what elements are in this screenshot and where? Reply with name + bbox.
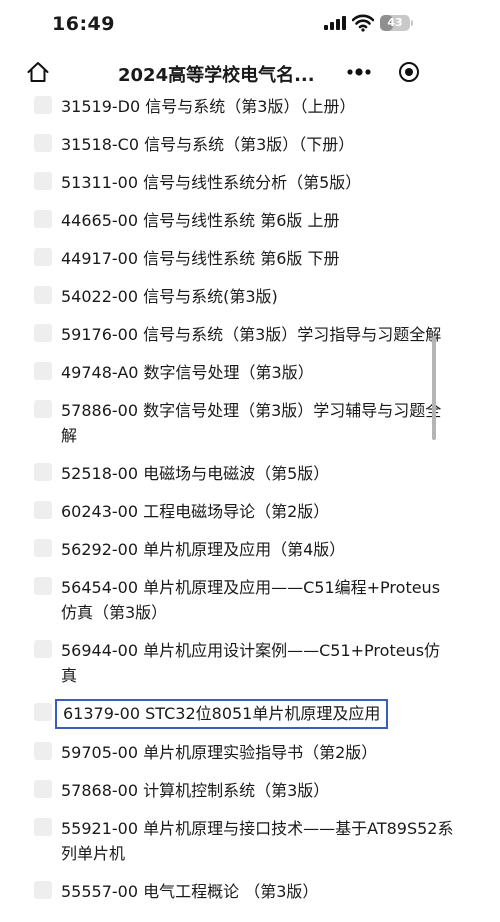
- book-checkbox[interactable]: [34, 742, 52, 760]
- book-title: 54022-00 信号与系统(第3版): [61, 287, 278, 306]
- book-checkbox[interactable]: [34, 134, 52, 152]
- book-title: 56454-00 单片机原理及应用——C51编程+Proteus仿真（第3版）: [61, 578, 441, 622]
- book-list-item[interactable]: 44665-00 信号与线性系统 第6版 上册: [0, 208, 500, 233]
- book-checkbox[interactable]: [34, 501, 52, 519]
- page-title: 2024高等学校电气名...: [118, 65, 315, 86]
- book-title: 55557-00 电气工程概论 （第3版）: [61, 882, 319, 901]
- book-list-item[interactable]: 56454-00 单片机原理及应用——C51编程+Proteus仿真（第3版）: [0, 575, 500, 625]
- book-list-item[interactable]: 59705-00 单片机原理实验指导书（第2版）: [0, 740, 500, 765]
- book-list-item[interactable]: 52518-00 电磁场与电磁波（第5版）: [0, 461, 500, 486]
- book-title: 31518-C0 信号与系统（第3版）（下册）: [61, 135, 355, 154]
- book-list-item[interactable]: 51311-00 信号与线性系统分析（第5版）: [0, 170, 500, 195]
- book-list-item[interactable]: 57886-00 数字信号处理（第3版）学习辅导与习题全解: [0, 398, 500, 448]
- book-title: 61379-00 STC32位8051单片机原理及应用: [54, 699, 389, 729]
- book-title: 60243-00 工程电磁场导论（第2版）: [61, 502, 330, 521]
- book-title: 57886-00 数字信号处理（第3版）学习辅导与习题全解: [61, 401, 442, 445]
- book-checkbox[interactable]: [34, 210, 52, 228]
- wifi-icon: [352, 14, 374, 32]
- book-list-item[interactable]: 57868-00 计算机控制系统（第3版）: [0, 778, 500, 803]
- book-list-item[interactable]: 55557-00 电气工程概论 （第3版）: [0, 879, 500, 904]
- home-icon[interactable]: [26, 60, 50, 84]
- book-list-item[interactable]: 44917-00 信号与线性系统 第6版 下册: [0, 246, 500, 271]
- battery-level: 43: [387, 16, 403, 29]
- cellular-signal-icon: [324, 16, 346, 30]
- book-list-item[interactable]: 54022-00 信号与系统(第3版): [0, 284, 500, 309]
- book-title: 44917-00 信号与线性系统 第6版 下册: [61, 249, 340, 268]
- book-list-item[interactable]: 60243-00 工程电磁场导论（第2版）: [0, 499, 500, 524]
- book-list-item[interactable]: 61379-00 STC32位8051单片机原理及应用: [0, 699, 500, 729]
- status-time: 16:49: [52, 13, 115, 35]
- book-list-item[interactable]: 59176-00 信号与系统（第3版）学习指导与习题全解: [0, 322, 500, 347]
- book-checkbox[interactable]: [34, 818, 52, 836]
- book-checkbox[interactable]: [34, 400, 52, 418]
- book-checkbox[interactable]: [34, 286, 52, 304]
- book-checkbox[interactable]: [34, 703, 52, 721]
- more-icon[interactable]: [346, 65, 372, 79]
- book-title: 56944-00 单片机应用设计案例——C51+Proteus仿真: [61, 641, 441, 685]
- book-checkbox[interactable]: [34, 172, 52, 190]
- battery-cap: [411, 20, 413, 26]
- book-list-item[interactable]: 56944-00 单片机应用设计案例——C51+Proteus仿真: [0, 638, 500, 688]
- book-title: 44665-00 信号与线性系统 第6版 上册: [61, 211, 340, 230]
- book-title: 52518-00 电磁场与电磁波（第5版）: [61, 464, 330, 483]
- battery-icon: 43: [380, 15, 410, 31]
- book-list-item[interactable]: 31518-C0 信号与系统（第3版）（下册）: [0, 132, 500, 157]
- book-title: 59705-00 单片机原理实验指导书（第2版）: [61, 743, 378, 762]
- status-bar: 16:49 43: [0, 0, 500, 50]
- book-list[interactable]: 31519-D0 信号与系统（第3版）（上册） 31518-C0 信号与系统（第3…: [0, 94, 500, 922]
- book-checkbox[interactable]: [34, 248, 52, 266]
- scroll-indicator[interactable]: [432, 336, 436, 440]
- book-title: 49748-A0 数字信号处理（第3版）: [61, 363, 314, 382]
- book-checkbox[interactable]: [34, 96, 52, 114]
- book-list-item[interactable]: 49748-A0 数字信号处理（第3版）: [0, 360, 500, 385]
- book-checkbox[interactable]: [34, 577, 52, 595]
- book-list-item[interactable]: 56292-00 单片机原理及应用（第4版）: [0, 537, 500, 562]
- book-checkbox[interactable]: [34, 463, 52, 481]
- book-title: 57868-00 计算机控制系统（第3版）: [61, 781, 330, 800]
- book-checkbox[interactable]: [34, 640, 52, 658]
- book-list-item[interactable]: 31519-D0 信号与系统（第3版）（上册）: [0, 94, 500, 119]
- book-title: 55921-00 单片机原理与接口技术——基于AT89S52系列单片机: [61, 819, 454, 863]
- nav-bar: 2024高等学校电气名...: [0, 50, 500, 94]
- book-checkbox[interactable]: [34, 780, 52, 798]
- book-checkbox[interactable]: [34, 881, 52, 899]
- mini-program-capsule: [336, 57, 428, 87]
- book-title: 31519-D0 信号与系统（第3版）（上册）: [61, 97, 356, 116]
- book-checkbox[interactable]: [34, 539, 52, 557]
- book-title: 51311-00 信号与线性系统分析（第5版）: [61, 173, 362, 192]
- book-title: 56292-00 单片机原理及应用（第4版）: [61, 540, 346, 559]
- book-checkbox[interactable]: [34, 362, 52, 380]
- target-icon[interactable]: [398, 61, 420, 83]
- book-title: 59176-00 信号与系统（第3版）学习指导与习题全解: [61, 325, 442, 344]
- book-checkbox[interactable]: [34, 324, 52, 342]
- book-list-item[interactable]: 55921-00 单片机原理与接口技术——基于AT89S52系列单片机: [0, 816, 500, 866]
